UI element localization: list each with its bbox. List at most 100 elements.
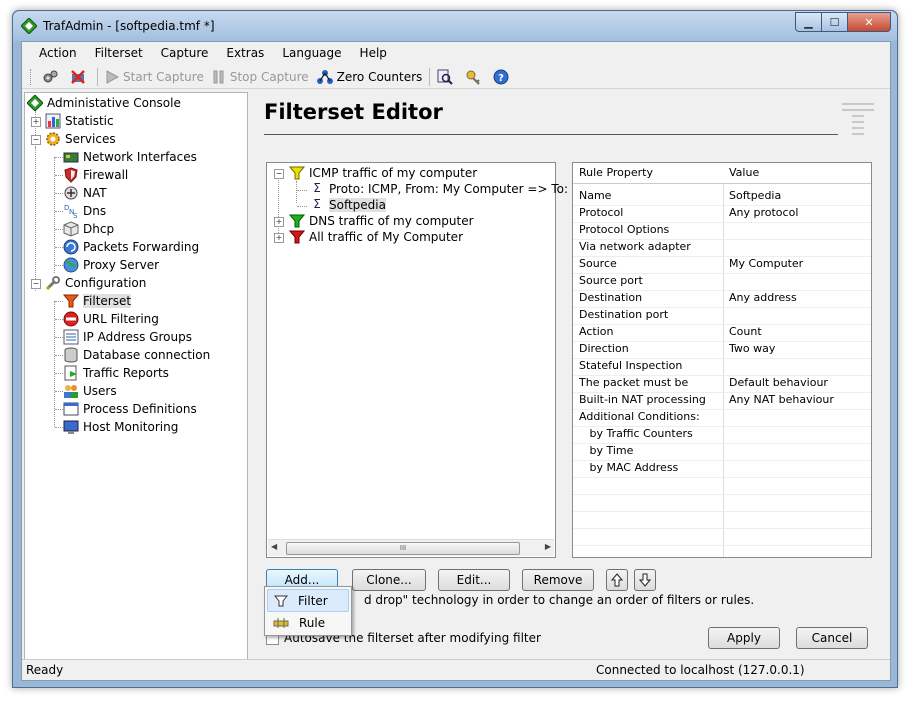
column-header-property[interactable]: Rule Property (579, 166, 653, 179)
navigation-tree: Administative Console + Statistic − Serv… (24, 92, 248, 660)
nav-network-interfaces[interactable]: Network Interfaces (63, 148, 197, 166)
table-row[interactable]: Direction Two way (573, 341, 871, 359)
sigma-icon: Σ (313, 197, 321, 211)
property-name: Destination port (579, 308, 669, 321)
nav-database-connection[interactable]: Database connection (63, 346, 210, 364)
help-button[interactable]: ? (489, 67, 517, 87)
nav-label: Traffic Reports (83, 366, 169, 380)
table-row[interactable]: Via network adapter (573, 239, 871, 257)
settings-button[interactable] (38, 67, 66, 87)
horizontal-scrollbar[interactable]: ◀ III ▶ (268, 539, 554, 556)
table-row[interactable]: Built-in NAT processing Any NAT behaviour (573, 392, 871, 410)
gear-icon (46, 132, 60, 146)
nat-icon (64, 186, 78, 200)
edit-button[interactable]: Edit... (438, 569, 510, 591)
nav-configuration[interactable]: Configuration (45, 274, 146, 292)
nav-process-definitions[interactable]: Process Definitions (63, 400, 197, 418)
disconnect-button[interactable] (66, 67, 94, 87)
table-row[interactable]: Action Count (573, 324, 871, 342)
table-row[interactable]: The packet must be Default behaviour (573, 375, 871, 393)
nav-dns[interactable]: DNS Dns (63, 202, 106, 220)
find-button[interactable] (433, 67, 461, 87)
nav-label: Database connection (83, 348, 211, 362)
menu-extras[interactable]: Extras (217, 46, 273, 60)
key-button[interactable] (461, 67, 489, 87)
menu-action[interactable]: Action (30, 46, 86, 60)
menu-language[interactable]: Language (273, 46, 350, 60)
expand-toggle[interactable]: + (274, 233, 284, 243)
arrow-down-icon (639, 573, 651, 587)
nav-traffic-reports[interactable]: Traffic Reports (63, 364, 169, 382)
scroll-thumb[interactable]: III (286, 542, 520, 555)
property-name: Destination (579, 291, 643, 304)
filter-all[interactable]: All traffic of My Computer (289, 228, 463, 246)
nav-nat[interactable]: NAT (63, 184, 107, 202)
nav-statistic[interactable]: Statistic (45, 112, 114, 130)
nav-proxy-server[interactable]: Proxy Server (63, 256, 159, 274)
arrow-up-icon (611, 573, 623, 587)
expand-toggle[interactable]: + (274, 217, 284, 227)
table-row[interactable]: Source My Computer (573, 256, 871, 274)
filter-tree[interactable]: − ICMP traffic of my computer Σ Proto: I… (266, 162, 595, 558)
collapse-toggle[interactable]: − (31, 135, 41, 145)
window-icon (63, 402, 79, 416)
nav-root[interactable]: Administative Console (27, 94, 181, 112)
table-row[interactable]: by Traffic Counters (573, 426, 871, 444)
nav-filterset[interactable]: Filterset (63, 292, 132, 310)
nav-ip-address-groups[interactable]: IP Address Groups (63, 328, 192, 346)
minimize-button[interactable]: ▁ (795, 12, 821, 32)
property-name: by Time (579, 444, 634, 457)
cancel-button[interactable]: Cancel (796, 627, 868, 649)
nav-dhcp[interactable]: Dhcp (63, 220, 114, 238)
table-row[interactable]: by Time (573, 443, 871, 461)
table-row (573, 494, 871, 512)
nav-url-filtering[interactable]: URL Filtering (63, 310, 159, 328)
table-row[interactable]: Destination Any address (573, 290, 871, 308)
menu-item-rule[interactable]: Rule (267, 612, 349, 633)
expand-toggle[interactable]: + (31, 117, 41, 127)
scroll-left-icon[interactable]: ◀ (271, 542, 277, 551)
collapse-toggle[interactable]: − (31, 279, 41, 289)
table-row[interactable]: Protocol Options (573, 222, 871, 240)
menu-item-filter[interactable]: Filter (267, 589, 349, 612)
table-row[interactable]: Destination port (573, 307, 871, 325)
remove-button[interactable]: Remove (522, 569, 594, 591)
nav-host-monitoring[interactable]: Host Monitoring (63, 418, 178, 436)
property-name: Source port (579, 274, 643, 287)
app-icon (21, 18, 37, 34)
nav-label: Proxy Server (83, 258, 160, 272)
table-row[interactable]: Stateful Inspection (573, 358, 871, 376)
nav-firewall[interactable]: Firewall (63, 166, 128, 184)
menu-help[interactable]: Help (351, 46, 396, 60)
nav-services[interactable]: Services (45, 130, 116, 148)
nav-label: Dhcp (83, 222, 115, 236)
table-row[interactable]: Additional Conditions: (573, 409, 871, 427)
zero-counters-button[interactable]: Zero Counters (313, 67, 427, 87)
report-icon (64, 365, 77, 381)
client-area: Action Filterset Capture Extras Language… (21, 41, 891, 681)
nav-packets-forwarding[interactable]: Packets Forwarding (63, 238, 199, 256)
title-bar[interactable]: TrafAdmin - [softpedia.tmf *] ▁ ☐ ✕ (13, 11, 897, 41)
apply-button[interactable]: Apply (708, 627, 780, 649)
collapse-toggle[interactable]: − (274, 169, 284, 179)
scroll-right-icon[interactable]: ▶ (545, 542, 551, 551)
maximize-button[interactable]: ☐ (821, 12, 847, 32)
menu-filterset[interactable]: Filterset (86, 46, 152, 60)
close-button[interactable]: ✕ (847, 12, 891, 32)
nav-label: URL Filtering (83, 312, 159, 326)
table-row[interactable]: Protocol Any protocol (573, 205, 871, 223)
stop-capture-button[interactable]: Stop Capture (208, 67, 313, 87)
toolbar-grip[interactable] (30, 69, 34, 85)
move-down-button[interactable] (634, 569, 656, 591)
column-header-value[interactable]: Value (729, 166, 759, 179)
status-bar: Ready Connected to localhost (127.0.0.1) (22, 659, 890, 680)
table-row[interactable]: by MAC Address (573, 460, 871, 478)
clone-button[interactable]: Clone... (352, 569, 426, 591)
table-row[interactable]: Source port (573, 273, 871, 291)
menu-capture[interactable]: Capture (152, 46, 218, 60)
nav-users[interactable]: Users (63, 382, 117, 400)
divider (264, 134, 838, 135)
move-up-button[interactable] (606, 569, 628, 591)
table-row[interactable]: Name Softpedia (573, 188, 871, 206)
start-capture-button[interactable]: Start Capture (101, 67, 208, 87)
